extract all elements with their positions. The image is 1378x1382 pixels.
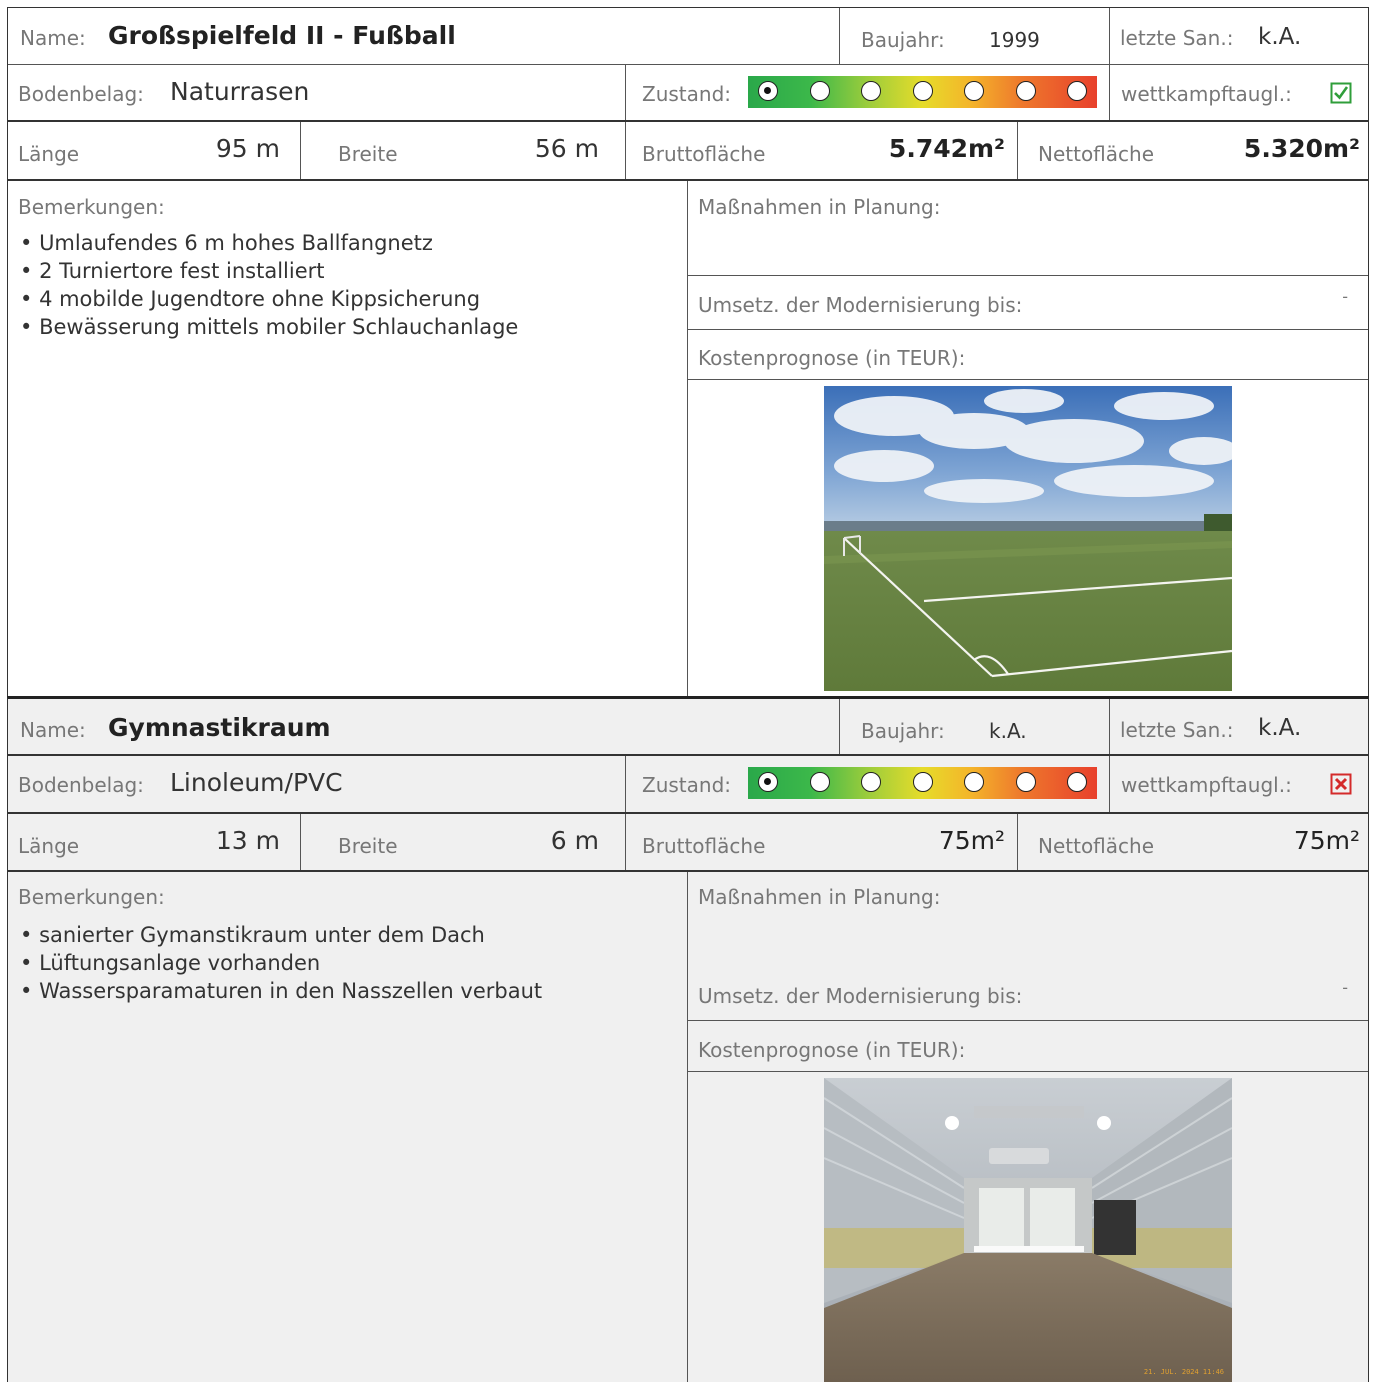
list-item: Wassersparamaturen in den Nasszellen ver… <box>20 977 542 1005</box>
list-item: sanierter Gymanstikraum unter dem Dach <box>20 921 542 949</box>
umsetz-value: - <box>1342 287 1348 306</box>
boden-value: Linoleum/PVC <box>170 768 343 797</box>
baujahr-value: k.A. <box>989 719 1027 743</box>
zustand-gauge <box>748 767 1097 799</box>
netto-label: Nettofläche <box>1038 142 1155 166</box>
laenge-value: 95 m <box>215 134 280 163</box>
kosten-label: Kostenprognose (in TEUR): <box>698 1038 966 1062</box>
san-label: letzte San.: <box>1120 26 1234 50</box>
zustand-label: Zustand: <box>642 82 732 106</box>
boden-row: Bodenbelag: Linoleum/PVC Zustand: wettka… <box>8 756 1368 814</box>
baujahr-label: Baujahr: <box>861 719 945 743</box>
boden-label: Bodenbelag: <box>18 773 144 797</box>
laenge-value: 13 m <box>215 826 280 855</box>
facility-card-1: Name: Großspielfeld II - Fußball Baujahr… <box>7 7 1369 697</box>
zustand-dot <box>912 81 933 101</box>
zustand-dot <box>809 772 830 792</box>
laenge-label: Länge <box>18 834 80 858</box>
zustand-dot <box>1015 772 1036 792</box>
breite-value: 6 m <box>550 826 599 855</box>
kosten-label: Kostenprognose (in TEUR): <box>698 346 966 370</box>
boden-label: Bodenbelag: <box>18 82 144 106</box>
san-value: k.A. <box>1258 24 1302 50</box>
name-label: Name: <box>20 26 86 50</box>
facility-card-2: Name: Gymnastikraum Baujahr: k.A. letzte… <box>7 696 1369 1382</box>
zustand-dot <box>809 81 830 101</box>
list-item: Umlaufendes 6 m hohes Ballfangnetz <box>20 229 518 257</box>
facility-name: Großspielfeld II - Fußball <box>108 21 456 50</box>
name-row: Name: Großspielfeld II - Fußball Baujahr… <box>8 8 1368 65</box>
zustand-dot <box>861 772 881 792</box>
brutto-label: Bruttofläche <box>642 834 766 858</box>
dimension-row: Länge 13 m Breite 6 m Bruttofläche 75m² … <box>8 814 1368 872</box>
zustand-label: Zustand: <box>642 773 732 797</box>
remarks-row: Bemerkungen: Umlaufendes 6 m hohes Ballf… <box>8 181 1368 697</box>
baujahr-value: 1999 <box>989 28 1040 52</box>
brutto-value: 75m² <box>938 826 1005 855</box>
san-value: k.A. <box>1258 715 1302 741</box>
wettkampf-cross-icon <box>1330 773 1352 795</box>
boden-value: Naturrasen <box>170 77 310 106</box>
list-item: Lüftungsanlage vorhanden <box>20 949 542 977</box>
breite-label: Breite <box>338 142 398 166</box>
zustand-dot <box>1067 81 1087 101</box>
zustand-dot <box>758 772 778 792</box>
baujahr-label: Baujahr: <box>861 28 945 52</box>
bemerkungen-label: Bemerkungen: <box>18 195 165 219</box>
bemerkungen-label: Bemerkungen: <box>18 885 165 909</box>
bemerkungen-list: Umlaufendes 6 m hohes Ballfangnetz 2 Tur… <box>20 229 518 341</box>
umsetz-label: Umsetz. der Modernisierung bis: <box>698 984 1023 1008</box>
boden-row: Bodenbelag: Naturrasen Zustand: wettkamp… <box>8 65 1368 122</box>
dimension-row: Länge 95 m Breite 56 m Bruttofläche 5.74… <box>8 122 1368 181</box>
facility-name: Gymnastikraum <box>108 713 331 742</box>
name-label: Name: <box>20 718 86 742</box>
san-label: letzte San.: <box>1120 718 1234 742</box>
breite-value: 56 m <box>534 134 599 163</box>
massnahmen-label: Maßnahmen in Planung: <box>698 885 941 909</box>
netto-value: 75m² <box>1293 826 1360 855</box>
zustand-gauge <box>748 76 1097 108</box>
zustand-dot <box>1067 772 1087 792</box>
photo-timestamp: 21. JUL. 2024 11:46 <box>1144 1368 1224 1376</box>
wett-label: wettkampftaugl.: <box>1121 82 1292 106</box>
zustand-dot <box>912 772 933 792</box>
netto-label: Nettofläche <box>1038 834 1155 858</box>
zustand-dot <box>758 81 778 101</box>
umsetz-value: - <box>1342 978 1348 997</box>
list-item: 4 mobilde Jugendtore ohne Kippsicherung <box>20 285 518 313</box>
massnahmen-label: Maßnahmen in Planung: <box>698 195 941 219</box>
facility-photo-field <box>824 386 1232 691</box>
wettkampf-check-icon <box>1330 82 1352 104</box>
list-item: 2 Turniertore fest installiert <box>20 257 518 285</box>
zustand-dot <box>861 81 881 101</box>
zustand-dot <box>964 81 984 101</box>
laenge-label: Länge <box>18 142 80 166</box>
zustand-dot <box>964 772 984 792</box>
remarks-row: Bemerkungen: sanierter Gymanstikraum unt… <box>8 872 1368 1382</box>
name-row: Name: Gymnastikraum Baujahr: k.A. letzte… <box>8 699 1368 756</box>
umsetz-label: Umsetz. der Modernisierung bis: <box>698 293 1023 317</box>
zustand-dot <box>1015 81 1036 101</box>
netto-value: 5.320m² <box>1243 134 1360 163</box>
brutto-value: 5.742m² <box>888 134 1005 163</box>
wett-label: wettkampftaugl.: <box>1121 773 1292 797</box>
breite-label: Breite <box>338 834 398 858</box>
bemerkungen-list: sanierter Gymanstikraum unter dem Dach L… <box>20 921 542 1005</box>
list-item: Bewässerung mittels mobiler Schlauchanla… <box>20 313 518 341</box>
brutto-label: Bruttofläche <box>642 142 766 166</box>
facility-photo-room: 21. JUL. 2024 11:46 <box>824 1078 1232 1382</box>
